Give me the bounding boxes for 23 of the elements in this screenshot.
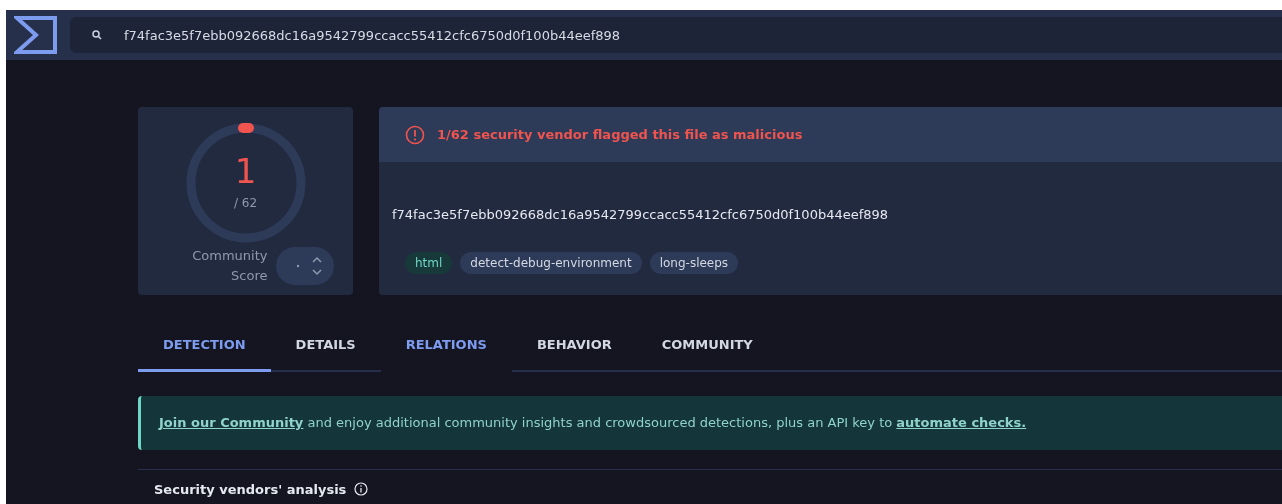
community-score-label: Community Score (191, 247, 268, 285)
section-title: Security vendors' analysis (154, 480, 347, 499)
tag[interactable]: html (405, 251, 453, 274)
alert-text: 1/62 security vendor flagged this file as malicious (437, 125, 803, 144)
search-field[interactable]: f74fac3e5f7ebb092668dc16a9542799ccacc55412cfc6750d0f100b44eef898 (70, 17, 1282, 53)
vendor-total: / 62 (233, 195, 258, 212)
tag[interactable]: long-sleeps (649, 251, 739, 274)
logo-icon[interactable] (14, 16, 58, 54)
score-ring-icon (184, 122, 307, 244)
tag[interactable]: detect-debug-environment (460, 251, 642, 274)
tab[interactable]: DETAILS (270, 329, 381, 372)
score-stepper-icon[interactable] (275, 247, 334, 285)
file-hash: f74fac3e5f7ebb092668dc16a9542799ccacc55412cfc6750d0f100b44eef898 (392, 206, 890, 224)
detection-count: 1 (234, 154, 257, 188)
tab[interactable]: BEHAVIOR (511, 329, 637, 372)
automate-checks-link[interactable]: automate checks. (896, 414, 1027, 430)
tab[interactable]: DETECTION (138, 329, 271, 372)
search-icon (92, 30, 102, 40)
banner-text: Join our Community and enjoy additional community insights and crowdsourced detections, plus an API key to automate checks. (159, 413, 1027, 432)
join-community-link[interactable]: Join our Community (159, 414, 304, 430)
info-icon[interactable] (354, 482, 369, 497)
alert-icon (405, 124, 425, 145)
tab[interactable]: COMMUNITY (636, 329, 778, 372)
